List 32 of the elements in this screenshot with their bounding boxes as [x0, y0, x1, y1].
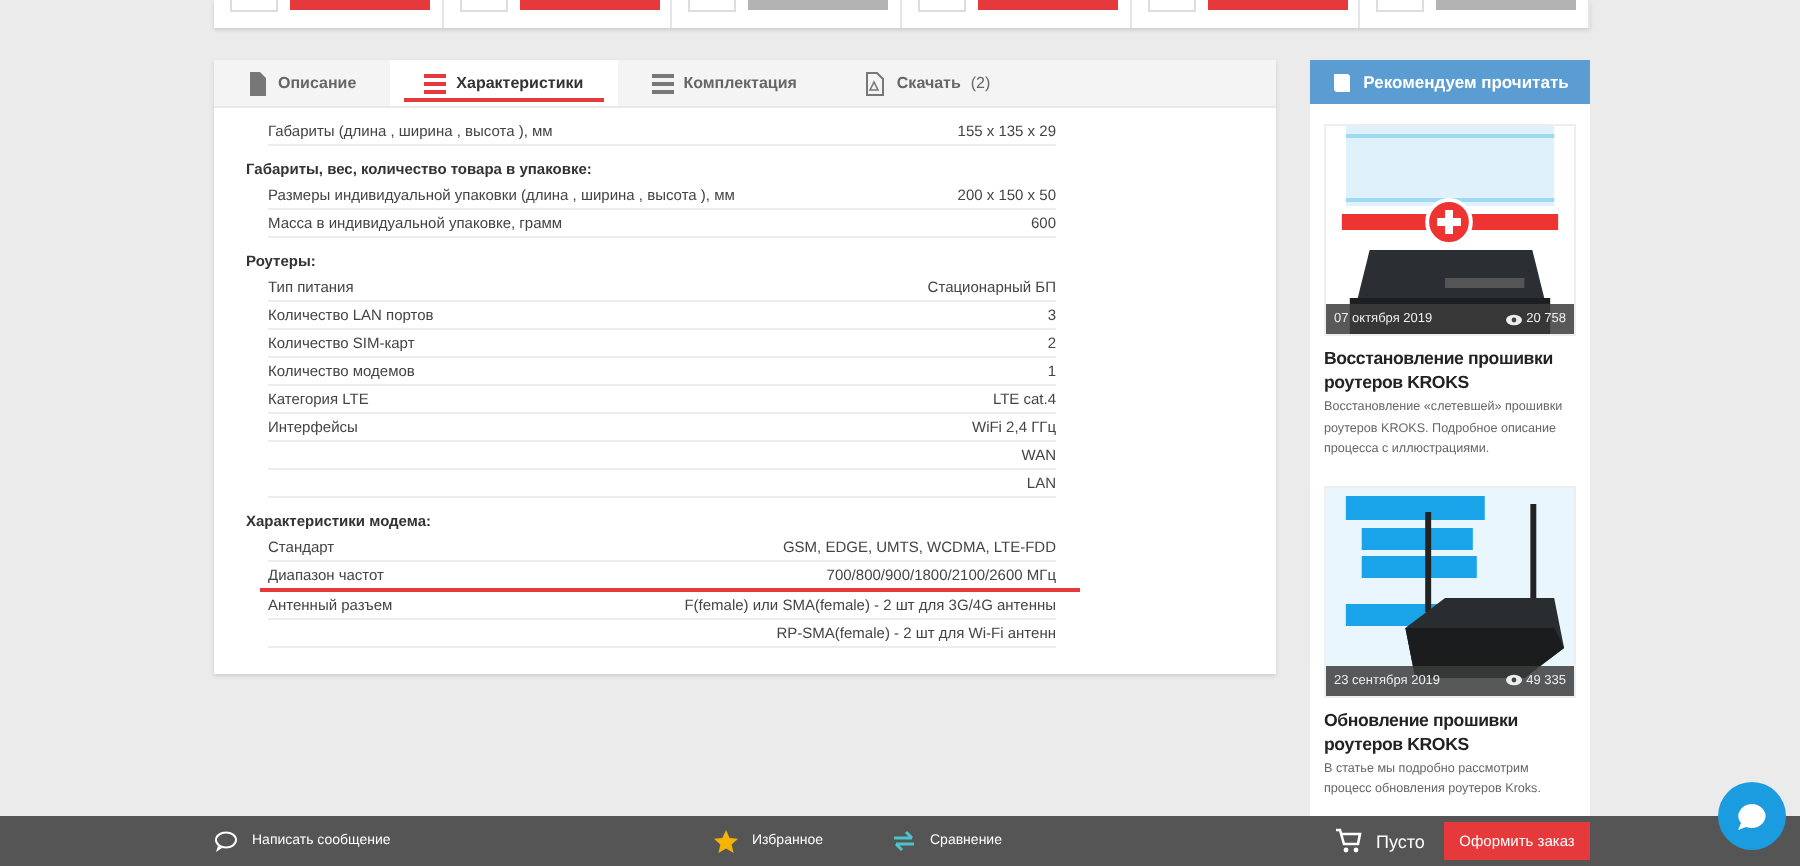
- tab[interactable]: Характеристики: [390, 60, 618, 106]
- compare-arrows-icon: [892, 828, 916, 854]
- sidebar-title: Рекомендуем прочитать: [1363, 72, 1569, 92]
- quantity-field[interactable]: [1147, 0, 1196, 12]
- buy-button[interactable]: [519, 0, 660, 10]
- buy-button[interactable]: [1207, 0, 1348, 10]
- tab[interactable]: Скачать (2): [830, 60, 1025, 106]
- quantity-field[interactable]: [230, 0, 278, 12]
- cart-link[interactable]: Пусто: [1336, 828, 1425, 854]
- quantity-field[interactable]: [688, 0, 737, 12]
- file-icon: [864, 71, 887, 95]
- eye-icon: [1506, 313, 1523, 325]
- book-icon: [1331, 70, 1352, 94]
- tab[interactable]: Описание: [214, 60, 391, 106]
- chat-button[interactable]: [1718, 782, 1786, 850]
- speech-bubble-icon: [214, 829, 238, 853]
- eye-icon: [1506, 674, 1523, 686]
- quantity-field[interactable]: [459, 0, 508, 12]
- buy-button[interactable]: [978, 0, 1119, 10]
- list-icon: [651, 71, 674, 95]
- quantity-field[interactable]: [1376, 0, 1425, 12]
- article-title[interactable]: Восстановление прошивки роутеров KROKS: [1324, 346, 1576, 394]
- article-title[interactable]: Обновление прошивки роутеров KROKS: [1324, 707, 1576, 755]
- chat-icon: [1738, 803, 1766, 829]
- star-icon: [714, 829, 738, 853]
- count-label: (2): [970, 74, 991, 92]
- quantity-field[interactable]: [918, 0, 967, 12]
- buy-button[interactable]: [290, 0, 430, 10]
- tab[interactable]: Комплектация: [617, 60, 831, 106]
- document-icon: [248, 71, 268, 95]
- list-icon: [424, 71, 447, 95]
- cart-icon: [1336, 828, 1362, 854]
